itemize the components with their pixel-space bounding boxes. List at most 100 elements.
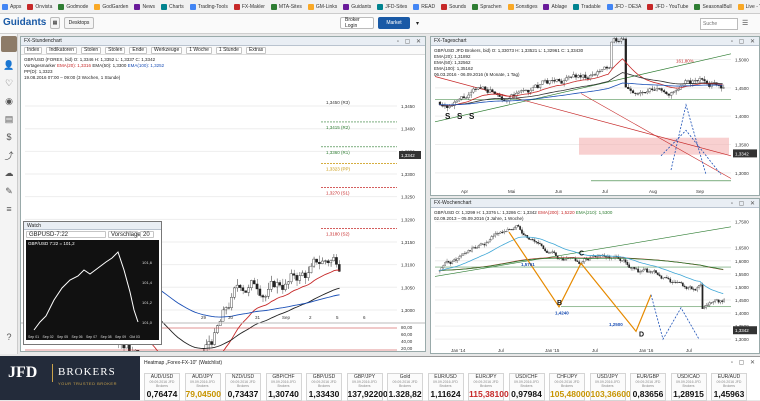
cloud-icon[interactable]: ☁ — [4, 168, 14, 178]
candle-body — [715, 299, 718, 301]
watchlist-source: 09.09.2016 JFD Brokers — [271, 380, 296, 388]
bookmark-item[interactable]: News — [134, 3, 155, 10]
candle-body — [619, 258, 622, 261]
bookmark-item[interactable]: READ — [413, 3, 436, 10]
grid-icon[interactable]: ▦ — [50, 17, 60, 29]
watchlist-title: Heatmap „Forex-FX-10" (Watchlist) — [144, 360, 222, 366]
x-tick-label: Apr — [461, 189, 469, 194]
watchlist-heatmap: Heatmap „Forex-FX-10" (Watchlist) ▫ ▢ ✕ … — [140, 356, 760, 401]
candle-body — [238, 284, 242, 288]
avatar[interactable] — [1, 36, 17, 52]
y-tick-label: 1,3250 — [401, 195, 415, 200]
tools-icon[interactable]: ✎ — [4, 186, 14, 196]
watchlist-cell[interactable]: EUR/USD 09.09.2016 JFD Brokers 1,11624 — [427, 373, 464, 401]
chart-icon[interactable]: ▤ — [4, 114, 14, 124]
candle-body — [517, 225, 520, 227]
watchlist-cell[interactable]: USD/CAD 09.09.2016 JFD Brokers 1,28915 — [670, 373, 707, 401]
watchlist-cell[interactable]: GBP/JPY 09.09.2016 JFD Brokers 137,92200 — [346, 373, 388, 401]
desktops-button[interactable]: Desktops — [64, 17, 94, 29]
question-icon[interactable]: ? — [4, 332, 14, 342]
guidants-logo[interactable]: Guidants — [3, 17, 46, 28]
mini-symbol-select[interactable]: GBPUSD-7:22 — [26, 231, 106, 238]
menu-icon[interactable]: ☰ — [742, 19, 748, 27]
list-icon[interactable]: ≡ — [4, 204, 14, 214]
watchlist-cell[interactable]: EUR/GBP 09.09.2016 JFD Brokers 0,83656 — [630, 373, 666, 401]
mini-mode-select[interactable]: Vorschlage — [108, 231, 141, 238]
watchlist-source: 09.09.2016 JFD Brokers — [352, 380, 377, 388]
bookmark-item[interactable]: JFD - YouTube — [647, 3, 688, 10]
y-tick-label: 1,3300 — [401, 172, 415, 177]
candle-body — [491, 89, 494, 93]
bookmark-item[interactable]: Charts — [160, 3, 184, 10]
watchlist-cell[interactable]: USD/CHF 09.09.2016 JFD Brokers 0,97984 — [508, 373, 545, 401]
bookmark-favicon-icon — [573, 3, 580, 10]
candle-body — [210, 341, 213, 345]
bookmark-item[interactable]: SeasonalBull — [694, 3, 732, 10]
bookmark-label: Trading-Tools — [197, 3, 228, 10]
bookmark-item[interactable]: GM-Links — [307, 3, 337, 10]
bookmark-item[interactable]: Live - YouTube — [737, 3, 760, 10]
mini-x-tick: Sep 01 — [28, 335, 39, 339]
x-tick-label: Aug — [649, 189, 658, 194]
bookmark-item[interactable]: Godmode — [58, 3, 88, 10]
watchlist-source: 09.09.2016 JFD Brokers — [635, 380, 661, 388]
watchlist-cell[interactable]: Gold 09.09.2016 JFD Brokers 1.328,82 — [387, 373, 423, 401]
watchlist-cell[interactable]: GBP/CHF 09.09.2016 JFD Brokers 1,30740 — [265, 373, 302, 401]
watchlist-cell[interactable]: GBP/USD 09.09.2016 JFD Brokers 1,33430 — [306, 373, 342, 401]
bookmark-item[interactable]: MTA-Sites — [270, 3, 302, 10]
bookmark-item[interactable]: Ablage — [543, 3, 567, 10]
bookmark-label: READ — [421, 3, 436, 10]
top-level-label: 1,3450 (R3) — [326, 100, 350, 105]
candle-body — [476, 247, 479, 249]
candle-body — [705, 305, 707, 308]
heart-icon[interactable]: ♡ — [4, 78, 14, 88]
bookmark-label: JFD - DE3A — [614, 3, 642, 10]
watchlist-cell[interactable]: AUD/USD 09.09.2016 JFD Brokers 0,76474 — [144, 373, 180, 401]
bookmark-item[interactable]: Tradable — [573, 3, 601, 10]
candle-body — [458, 256, 461, 259]
watchlist-cell[interactable]: USD/JPY 09.09.2016 JFD Brokers 103,36600 — [589, 373, 631, 401]
bookmark-item[interactable]: Sprachen — [472, 3, 502, 10]
bookmark-item[interactable]: Sonstiges — [507, 3, 537, 10]
bookmark-item[interactable]: GodGarden — [94, 3, 128, 10]
broker-login-button[interactable]: Broker Login — [340, 17, 374, 29]
bookmark-label: FX-Makler — [241, 3, 265, 10]
bookmark-item[interactable]: JFD-Sites — [377, 3, 407, 10]
x-tick-label: 30 — [228, 315, 234, 320]
chevron-down-icon[interactable]: ▾ — [416, 20, 419, 27]
candle-body — [485, 242, 488, 246]
candle-body — [541, 80, 544, 85]
bookmark-item[interactable]: Onvista — [27, 3, 52, 10]
bookmark-item[interactable]: Apps — [2, 3, 21, 10]
search-input[interactable] — [700, 18, 738, 30]
dollar-icon[interactable]: $ — [4, 132, 14, 142]
window-controls-icon[interactable]: ▫ ▢ ✕ — [731, 359, 757, 366]
watchlist-cell[interactable]: EUR/AUD 09.09.2016 JFD Brokers 1,45963 — [711, 373, 747, 401]
eye-icon[interactable]: ◉ — [4, 96, 14, 106]
watchlist-cell[interactable]: EUR/JPY 09.09.2016 JFD Brokers 115,38100 — [468, 373, 509, 401]
y-tick-label: 1,3100 — [401, 263, 415, 268]
watchlist-cell[interactable]: NZD/USD 09.09.2016 JFD Brokers 0,73437 — [225, 373, 261, 401]
watchlist-source: 09.09.2016 JFD Brokers — [473, 380, 499, 388]
bookmark-favicon-icon — [694, 3, 701, 10]
watchlist-cell[interactable]: AUD/JPY 09.09.2016 JFD Brokers 79,04500 — [184, 373, 221, 401]
bookmark-item[interactable]: FX-Makler — [233, 3, 265, 10]
market-button[interactable]: Market — [378, 17, 410, 29]
resistance-zone — [579, 137, 729, 155]
watchlist-price: 1,33430 — [308, 389, 340, 399]
pattern-label: 1,4240 — [555, 310, 569, 315]
bookmark-item[interactable]: JFD - DE3A — [606, 3, 642, 10]
mini-count-input[interactable]: 20 — [140, 231, 154, 238]
daily-candle-chart[interactable]: 1,50001,45001,40001,35001,3000161,80%S S S… — [431, 37, 760, 196]
bookmark-item[interactable]: Sounds — [441, 3, 466, 10]
user-icon[interactable]: 👤 — [3, 60, 14, 70]
trend-icon[interactable]: ⤴ — [4, 150, 14, 161]
bookmark-favicon-icon — [233, 3, 240, 10]
watchlist-cell[interactable]: CHF/JPY 09.09.2016 JFD Brokers 105,48000 — [549, 373, 590, 401]
candle-body — [649, 271, 652, 273]
bookmark-item[interactable]: Trading-Tools — [189, 3, 228, 10]
y-tick-label: 1,3150 — [401, 240, 415, 245]
bookmark-item[interactable]: Guidants — [343, 3, 371, 10]
candle-body — [530, 239, 532, 240]
weekly-candle-chart[interactable]: 1,7500 1,6500 1,6000 1,5500 1,5000 1,4500 1,40… — [431, 199, 760, 354]
